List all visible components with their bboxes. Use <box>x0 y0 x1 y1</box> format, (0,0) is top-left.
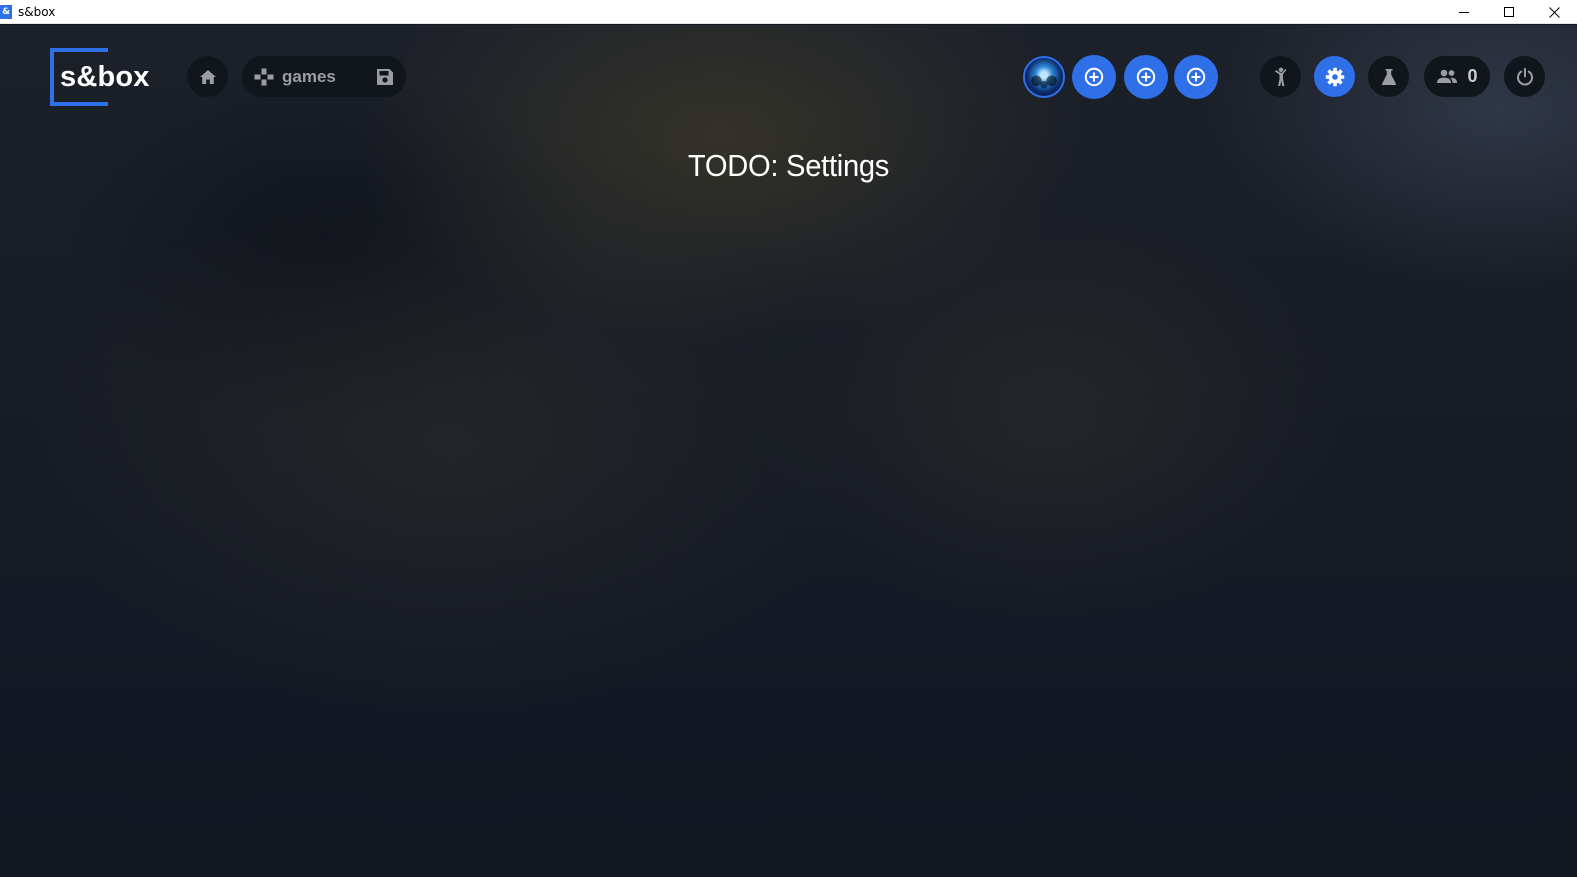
power-icon <box>1516 67 1533 85</box>
nav-games-group: games <box>242 56 406 97</box>
add-circle-icon <box>1084 67 1104 87</box>
add-slot-button-3[interactable] <box>1174 55 1218 99</box>
sbox-logo[interactable]: s&box <box>50 48 150 106</box>
logo-text: s&box <box>60 60 150 93</box>
settings-button[interactable] <box>1314 56 1355 97</box>
maximize-icon <box>1504 6 1514 17</box>
friends-count: 0 <box>1467 66 1478 86</box>
close-icon <box>1549 6 1560 18</box>
person-icon <box>1274 67 1286 86</box>
add-slot-button-1[interactable] <box>1072 55 1116 99</box>
add-slot-button-2[interactable] <box>1124 55 1168 99</box>
floppy-disk-icon <box>377 68 393 85</box>
minimize-icon <box>1459 11 1469 13</box>
window-title: s&box <box>18 4 56 19</box>
close-button[interactable] <box>1532 0 1577 24</box>
app-icon: & <box>0 4 12 19</box>
maximize-button[interactable] <box>1487 0 1532 24</box>
games-button[interactable]: games <box>254 67 336 87</box>
window-controls <box>1442 0 1577 24</box>
games-label: games <box>282 66 336 86</box>
flask-icon <box>1381 68 1396 85</box>
save-button[interactable] <box>376 68 394 86</box>
add-circle-icon <box>1136 67 1156 87</box>
avatar-image <box>1025 58 1063 96</box>
people-icon <box>1437 69 1458 83</box>
page-title: TODO: Settings <box>687 148 890 183</box>
player-button[interactable] <box>1260 56 1301 97</box>
minimize-button[interactable] <box>1442 0 1487 24</box>
home-icon <box>199 69 216 84</box>
home-button[interactable] <box>187 56 228 97</box>
friends-button[interactable]: 0 <box>1424 56 1490 97</box>
user-avatar[interactable] <box>1023 56 1065 98</box>
window-titlebar: & s&box <box>0 0 1577 24</box>
gamepad-icon <box>254 68 274 85</box>
add-circle-icon <box>1186 67 1206 87</box>
lab-button[interactable] <box>1368 56 1409 97</box>
quit-button[interactable] <box>1504 56 1545 97</box>
game-viewport: s&box games 0 TODO: Settings <box>0 25 1577 877</box>
gear-icon <box>1325 67 1344 86</box>
